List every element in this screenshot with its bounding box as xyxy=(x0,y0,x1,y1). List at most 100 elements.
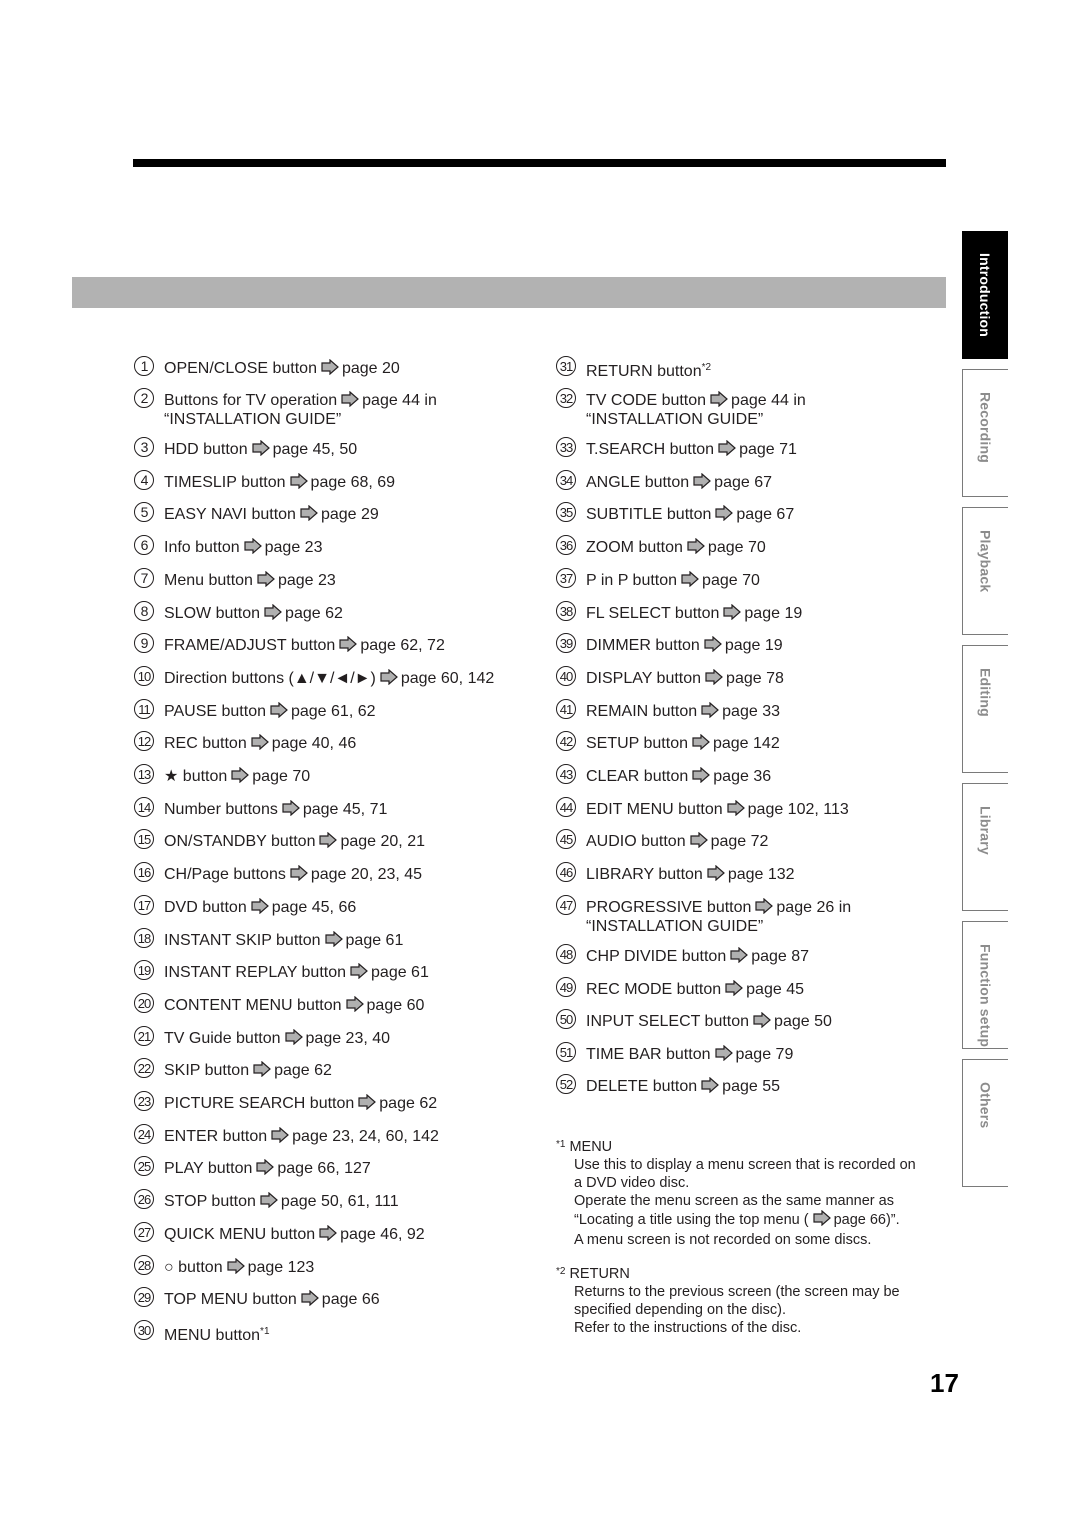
page-ref-arrow-icon xyxy=(705,668,723,689)
page-ref[interactable]: page 45 xyxy=(746,981,804,998)
item-number-badge: 4 xyxy=(134,470,154,490)
page-ref[interactable]: page 60 xyxy=(367,997,425,1014)
page-ref[interactable]: page 142 xyxy=(713,735,780,752)
page-ref[interactable]: page 50, 61, 111 xyxy=(281,1193,399,1210)
item-number-badge: 35 xyxy=(556,502,576,522)
page-ref[interactable]: page 71 xyxy=(739,441,797,458)
page-ref[interactable]: page 45, 71 xyxy=(303,801,388,818)
item-number-badge: 48 xyxy=(556,944,576,964)
page-ref[interactable]: page 61 xyxy=(346,932,404,949)
list-item: 9 FRAME/ADJUST button page 62, 72 xyxy=(134,633,445,656)
page-ref[interactable]: page 62 xyxy=(285,605,343,622)
page-ref[interactable]: page 33 xyxy=(722,703,780,720)
footnote-mark: *2 xyxy=(556,1266,566,1277)
page-ref[interactable]: page 70 xyxy=(252,768,310,785)
item-number-badge: 51 xyxy=(556,1042,576,1062)
item-number-badge: 18 xyxy=(134,928,154,948)
page-ref[interactable]: page 132 xyxy=(728,866,795,883)
item-number-badge: 1 xyxy=(134,356,154,376)
item-label: TV CODE button xyxy=(586,392,707,409)
item-number-badge: 25 xyxy=(134,1156,154,1176)
page-ref[interactable]: page 66, 127 xyxy=(277,1160,370,1177)
item-label: EASY NAVI button xyxy=(164,506,296,523)
page-ref[interactable]: page 61 xyxy=(371,964,429,981)
tab-library[interactable]: Library xyxy=(962,783,1008,911)
page-ref[interactable]: page 23 xyxy=(265,539,323,556)
page-ref[interactable]: page 102, 113 xyxy=(748,801,849,818)
item-number-badge: 19 xyxy=(134,960,154,980)
page-ref[interactable]: page 29 xyxy=(321,506,379,523)
footnote-reference[interactable]: *1 xyxy=(260,1326,269,1337)
page-ref-arrow-icon xyxy=(284,1028,303,1049)
item-number-badge: 8 xyxy=(134,601,154,621)
page-ref[interactable]: page 70 xyxy=(702,572,760,589)
page-ref[interactable]: page 23 xyxy=(278,572,336,589)
tab-function-setup[interactable]: Function setup xyxy=(962,921,1008,1049)
page-ref[interactable]: page 67 xyxy=(714,474,772,491)
item-label: PAUSE button xyxy=(164,703,266,720)
page-ref[interactable]: page 23, 24, 60, 142 xyxy=(292,1128,439,1145)
item-number-badge: 23 xyxy=(134,1091,154,1111)
page-ref[interactable]: page 62, 72 xyxy=(360,637,445,654)
page-ref[interactable]: page 45, 50 xyxy=(273,441,358,458)
page-ref[interactable]: page 19 xyxy=(744,605,802,622)
page-ref[interactable]: page 123 xyxy=(248,1259,315,1276)
page-ref[interactable]: page 36 xyxy=(713,768,771,785)
item-label: OPEN/CLOSE button xyxy=(164,360,317,377)
page-ref[interactable]: page 62 xyxy=(274,1062,332,1079)
page-ref[interactable]: page 68, 69 xyxy=(311,474,396,491)
item-label: DIMMER button xyxy=(586,637,700,654)
page-ref[interactable]: page 44 in xyxy=(362,392,437,409)
list-item: 18 INSTANT SKIP button page 61 xyxy=(134,928,404,951)
page-ref[interactable]: page 44 in xyxy=(731,392,806,409)
item-label: CLEAR button xyxy=(586,768,689,785)
page-ref[interactable]: page 20, 23, 45 xyxy=(311,866,422,883)
tab-playback[interactable]: Playback xyxy=(962,507,1008,635)
item-label: FL SELECT button xyxy=(586,605,720,622)
item-label: STOP button xyxy=(164,1193,256,1210)
page-ref[interactable]: page 55 xyxy=(722,1078,780,1095)
page-ref[interactable]: page 66 xyxy=(322,1291,380,1308)
list-item: 20 CONTENT MENU button page 60 xyxy=(134,993,425,1016)
page-ref[interactable]: page 61, 62 xyxy=(291,703,376,720)
tab-editing[interactable]: Editing xyxy=(962,645,1008,773)
footnote-text: Returns to the previous screen (the scre… xyxy=(574,1284,900,1300)
page-ref[interactable]: page 62 xyxy=(379,1095,437,1112)
list-item: 31 RETURN button*2 xyxy=(556,356,711,380)
page-ref[interactable]: page 45, 66 xyxy=(272,899,357,916)
page-ref[interactable]: page 26 in xyxy=(776,899,851,916)
page-ref[interactable]: page 78 xyxy=(726,670,784,687)
page-ref[interactable]: page 40, 46 xyxy=(272,735,357,752)
page-ref[interactable]: page 20 xyxy=(342,360,400,377)
item-label: DVD button xyxy=(164,899,247,916)
page-ref[interactable]: page 19 xyxy=(725,637,783,654)
page-ref-arrow-icon xyxy=(251,897,269,918)
footnote-text: a DVD video disc. xyxy=(574,1175,690,1191)
item-label: EDIT MENU button xyxy=(586,801,723,818)
page-ref[interactable]: page 66)”. xyxy=(834,1212,900,1228)
page-ref-arrow-icon xyxy=(256,1158,275,1179)
page-ref[interactable]: page 70 xyxy=(708,539,766,556)
tab-introduction[interactable]: Introduction xyxy=(962,231,1008,359)
page-ref[interactable]: page 46, 92 xyxy=(340,1226,425,1243)
tab-recording[interactable]: Recording xyxy=(962,369,1008,497)
page-ref[interactable]: page 50 xyxy=(774,1013,832,1030)
page-ref[interactable]: page 23, 40 xyxy=(306,1030,391,1047)
list-item: 13 ★ button page 70 xyxy=(134,764,310,787)
page-ref[interactable]: page 60, 142 xyxy=(401,670,494,687)
page-ref[interactable]: page 79 xyxy=(736,1046,794,1063)
item-number-badge: 11 xyxy=(134,699,154,719)
item-number-badge: 42 xyxy=(556,731,576,751)
page-ref-arrow-icon xyxy=(725,979,744,1000)
page-ref-arrow-icon xyxy=(282,799,300,820)
tab-others[interactable]: Others xyxy=(962,1059,1008,1187)
page-ref[interactable]: page 72 xyxy=(711,833,769,850)
list-item: 22 SKIP button page 62 xyxy=(134,1058,332,1081)
page-ref[interactable]: page 20, 21 xyxy=(340,833,425,850)
page-ref[interactable]: page 67 xyxy=(736,506,794,523)
footnote-reference[interactable]: *2 xyxy=(702,362,711,373)
list-item: 6 Info button page 23 xyxy=(134,535,323,558)
page-ref[interactable]: page 87 xyxy=(751,948,809,965)
item-label: FRAME/ADJUST button xyxy=(164,637,336,654)
list-item: 28 ○ button page 123 xyxy=(134,1255,315,1278)
